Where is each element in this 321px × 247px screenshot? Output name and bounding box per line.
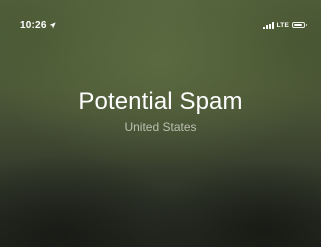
status-time: 10:26 [20,20,47,31]
location-arrow-icon [49,22,56,29]
status-bar: 10:26 LTE [0,0,321,40]
battery-icon [292,22,307,28]
signal-icon [262,21,274,29]
battery-fill [294,24,302,26]
incoming-call-screen: 10:26 LTE Potential Spam United States [0,0,321,247]
network-type-label: LTE [276,21,289,29]
caller-name: Potential Spam [78,88,243,115]
caller-info: Potential Spam United States [0,88,321,134]
caller-location: United States [124,120,197,134]
status-indicators: LTE [262,20,307,30]
status-time-group: 10:26 [20,20,56,31]
